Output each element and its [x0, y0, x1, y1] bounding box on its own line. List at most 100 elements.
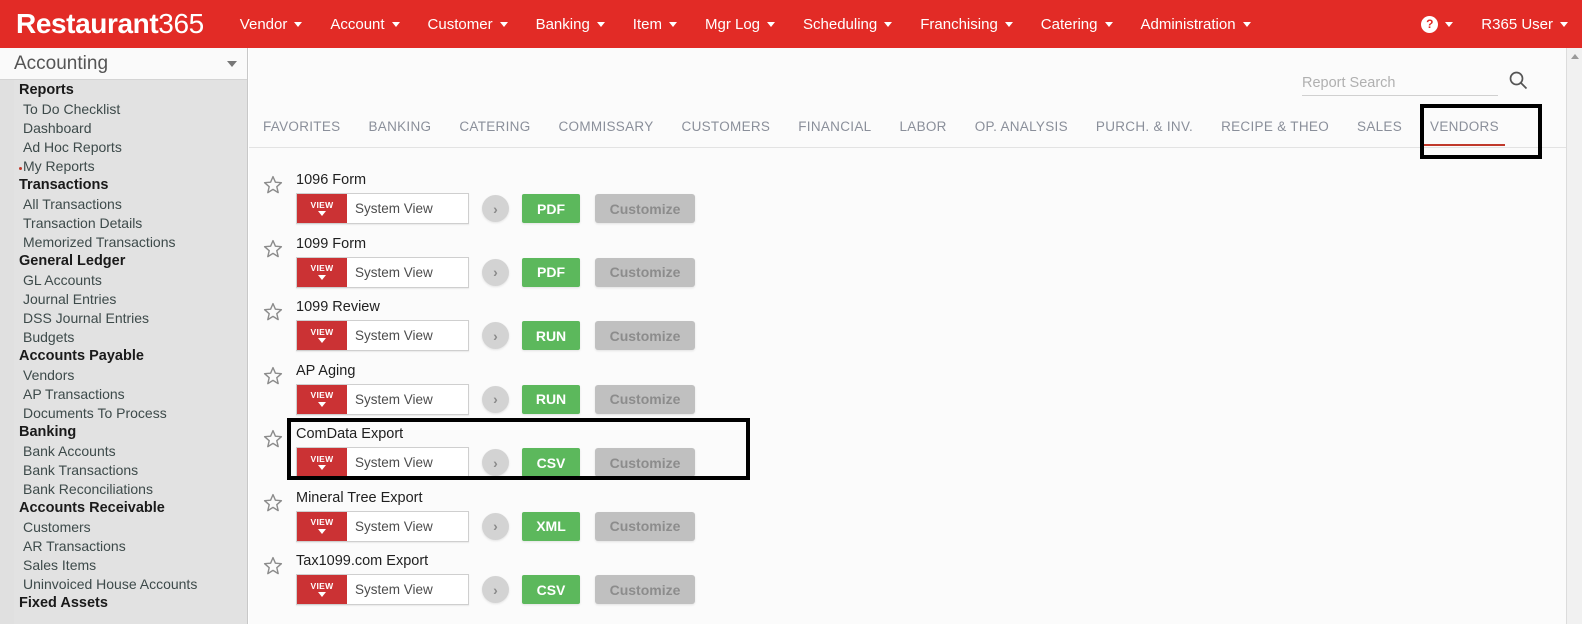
sidebar-group-fixed-assets[interactable]: Fixed Assets: [0, 593, 247, 612]
sidebar-group-reports[interactable]: Reports: [0, 80, 247, 99]
nav-item-account[interactable]: Account: [316, 0, 413, 48]
sidebar-group-general-ledger[interactable]: General Ledger: [0, 251, 247, 270]
report-action-button[interactable]: CSV: [522, 448, 580, 477]
sidebar-item-my-reports[interactable]: My Reports: [0, 156, 247, 175]
sidebar-group-transactions[interactable]: Transactions: [0, 175, 247, 194]
customize-button[interactable]: Customize: [595, 511, 695, 541]
scroll-up-button[interactable]: [1567, 48, 1582, 65]
sidebar-item-vendors[interactable]: Vendors: [0, 365, 247, 384]
customize-button[interactable]: Customize: [595, 384, 695, 414]
view-value-field[interactable]: System View: [347, 258, 468, 287]
view-dropdown-button[interactable]: VIEW: [297, 575, 347, 604]
tab-purch-inv[interactable]: PURCH. & INV.: [1082, 106, 1207, 148]
customize-button[interactable]: Customize: [595, 448, 695, 477]
nav-item-franchising[interactable]: Franchising: [906, 0, 1027, 48]
view-selector[interactable]: VIEW System View: [296, 383, 469, 415]
view-selector[interactable]: VIEW System View: [296, 320, 469, 351]
nav-item-mgr-log[interactable]: Mgr Log: [691, 0, 789, 48]
view-dropdown-button[interactable]: VIEW: [297, 384, 347, 414]
favorite-star-icon[interactable]: [263, 429, 283, 449]
sidebar-item-bank-transactions[interactable]: Bank Transactions: [0, 460, 247, 479]
sidebar-item-ad-hoc-reports[interactable]: Ad Hoc Reports: [0, 137, 247, 156]
tab-favorites[interactable]: FAVORITES: [249, 106, 354, 148]
favorite-star-icon[interactable]: [263, 175, 283, 195]
tab-recipe-theo[interactable]: RECIPE & THEO: [1207, 106, 1343, 148]
sidebar-item-dashboard[interactable]: Dashboard: [0, 118, 247, 137]
view-value-field[interactable]: System View: [347, 575, 468, 604]
sidebar-item-gl-accounts[interactable]: GL Accounts: [0, 270, 247, 289]
sidebar-item-bank-accounts[interactable]: Bank Accounts: [0, 441, 247, 460]
chevron-right-icon[interactable]: ›: [482, 322, 509, 349]
nav-item-catering[interactable]: Catering: [1027, 0, 1127, 48]
sidebar-item-all-transactions[interactable]: All Transactions: [0, 194, 247, 213]
view-selector[interactable]: VIEW System View: [296, 447, 469, 478]
user-menu[interactable]: R365 User: [1467, 0, 1582, 48]
sidebar-group-accounts-receivable[interactable]: Accounts Receivable: [0, 498, 247, 517]
tab-financial[interactable]: FINANCIAL: [784, 106, 885, 148]
view-value-field[interactable]: System View: [347, 448, 468, 477]
sidebar-item-customers[interactable]: Customers: [0, 517, 247, 536]
sidebar-item-journal-entries[interactable]: Journal Entries: [0, 289, 247, 308]
customize-button[interactable]: Customize: [595, 321, 695, 350]
chevron-right-icon[interactable]: ›: [482, 576, 509, 603]
view-value-field[interactable]: System View: [347, 194, 468, 223]
page-scrollbar[interactable]: [1566, 48, 1582, 624]
chevron-right-icon[interactable]: ›: [482, 385, 509, 413]
nav-item-vendor[interactable]: Vendor: [226, 0, 317, 48]
nav-item-administration[interactable]: Administration: [1127, 0, 1265, 48]
nav-item-scheduling[interactable]: Scheduling: [789, 0, 906, 48]
report-action-button[interactable]: RUN: [522, 321, 580, 350]
sidebar-item-sales-items[interactable]: Sales Items: [0, 555, 247, 574]
customize-button[interactable]: Customize: [595, 257, 695, 287]
view-selector[interactable]: VIEW System View: [296, 574, 469, 605]
tab-sales[interactable]: SALES: [1343, 106, 1416, 148]
search-icon[interactable]: [1508, 70, 1528, 95]
sidebar-item-ar-transactions[interactable]: AR Transactions: [0, 536, 247, 555]
nav-item-item[interactable]: Item: [619, 0, 691, 48]
chevron-right-icon[interactable]: ›: [482, 449, 509, 476]
view-selector[interactable]: VIEW System View: [296, 510, 469, 542]
favorite-star-icon[interactable]: [263, 239, 283, 259]
sidebar-item-dss-journal-entries[interactable]: DSS Journal Entries: [0, 308, 247, 327]
report-action-button[interactable]: RUN: [522, 384, 580, 414]
favorite-star-icon[interactable]: [263, 493, 283, 513]
tab-commissary[interactable]: COMMISSARY: [545, 106, 668, 148]
sidebar-item-documents-to-process[interactable]: Documents To Process: [0, 403, 247, 422]
chevron-right-icon[interactable]: ›: [482, 512, 509, 540]
sidebar-group-banking[interactable]: Banking: [0, 422, 247, 441]
view-selector[interactable]: VIEW System View: [296, 193, 469, 224]
view-dropdown-button[interactable]: VIEW: [297, 257, 347, 287]
customize-button[interactable]: Customize: [595, 575, 695, 604]
help-menu[interactable]: ?: [1407, 0, 1467, 48]
sidebar-group-accounts-payable[interactable]: Accounts Payable: [0, 346, 247, 365]
view-value-field[interactable]: System View: [347, 385, 468, 414]
favorite-star-icon[interactable]: [263, 556, 283, 576]
view-dropdown-button[interactable]: VIEW: [297, 448, 347, 477]
tab-customers[interactable]: CUSTOMERS: [668, 106, 785, 148]
module-selector[interactable]: Accounting: [0, 48, 247, 80]
favorite-star-icon[interactable]: [263, 366, 283, 386]
view-selector[interactable]: VIEW System View: [296, 256, 469, 288]
chevron-right-icon[interactable]: ›: [482, 195, 509, 222]
app-logo[interactable]: Restaurant 365: [16, 10, 204, 38]
sidebar-item-memorized-transactions[interactable]: Memorized Transactions: [0, 232, 247, 251]
view-value-field[interactable]: System View: [347, 321, 468, 350]
sidebar-item-ap-transactions[interactable]: AP Transactions: [0, 384, 247, 403]
sidebar-item-to-do-checklist[interactable]: To Do Checklist: [0, 99, 247, 118]
customize-button[interactable]: Customize: [595, 194, 695, 223]
sidebar-item-bank-reconciliations[interactable]: Bank Reconciliations: [0, 479, 247, 498]
view-dropdown-button[interactable]: VIEW: [297, 321, 347, 350]
report-action-button[interactable]: PDF: [522, 257, 580, 287]
report-action-button[interactable]: PDF: [522, 194, 580, 223]
tab-op-analysis[interactable]: OP. ANALYSIS: [961, 106, 1082, 148]
report-action-button[interactable]: CSV: [522, 575, 580, 604]
nav-item-customer[interactable]: Customer: [414, 0, 522, 48]
tab-vendors[interactable]: VENDORS: [1416, 106, 1513, 148]
view-value-field[interactable]: System View: [347, 512, 468, 541]
view-dropdown-button[interactable]: VIEW: [297, 511, 347, 541]
search-input[interactable]: [1302, 73, 1498, 96]
tab-catering[interactable]: CATERING: [445, 106, 544, 148]
chevron-right-icon[interactable]: ›: [482, 258, 509, 286]
sidebar-item-budgets[interactable]: Budgets: [0, 327, 247, 346]
sidebar-item-uninvoiced-house-accounts[interactable]: Uninvoiced House Accounts: [0, 574, 247, 593]
